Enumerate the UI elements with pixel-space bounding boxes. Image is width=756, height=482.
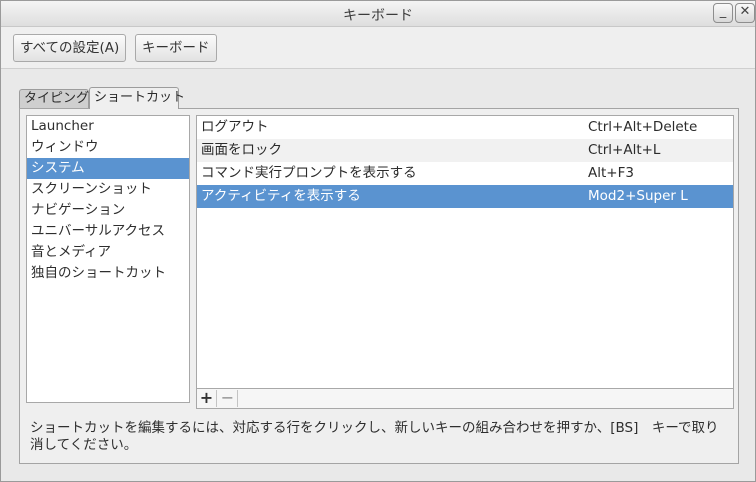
tab-shortcuts[interactable]: ショートカット	[89, 87, 185, 109]
shortcut-row-selected[interactable]: アクティビティを表示する Mod2+Super L	[197, 185, 733, 208]
window-title: キーボード	[343, 8, 413, 24]
shortcut-row[interactable]: コマンド実行プロンプトを表示する Alt+F3	[197, 162, 733, 185]
title-bar[interactable]: キーボード _ ✕	[1, 1, 755, 27]
category-item-custom-shortcuts[interactable]: 独自のショートカット	[27, 263, 189, 284]
category-item-launcher[interactable]: Launcher	[27, 116, 189, 137]
close-button[interactable]: ✕	[735, 3, 755, 23]
shortcut-keys: Ctrl+Alt+Delete	[588, 119, 698, 135]
add-shortcut-button[interactable]: +	[197, 390, 217, 407]
shortcut-keys: Ctrl+Alt+L	[588, 142, 661, 158]
help-text: ショートカットを編集するには、対応する行をクリックし、新しいキーの組み合わせを押…	[30, 420, 719, 453]
category-item-windows[interactable]: ウィンドウ	[27, 137, 189, 158]
category-item-navigation[interactable]: ナビゲーション	[27, 200, 189, 221]
shortcut-name: ログアウト	[201, 119, 269, 135]
category-item-universal-access[interactable]: ユニバーサルアクセス	[27, 221, 189, 242]
category-item-sound-media[interactable]: 音とメディア	[27, 242, 189, 263]
all-settings-button[interactable]: すべての設定(A)	[13, 34, 127, 62]
category-item-screenshots[interactable]: スクリーンショット	[27, 179, 189, 200]
shortcut-row[interactable]: 画面をロック Ctrl+Alt+L	[197, 139, 733, 162]
shortcuts-panel: Launcher ウィンドウ システム スクリーンショット ナビゲーション ユニ…	[19, 108, 739, 464]
shortcut-keys: Alt+F3	[588, 165, 634, 181]
keyboard-breadcrumb-button[interactable]: キーボード	[135, 34, 217, 62]
breadcrumb-toolbar: すべての設定(A) キーボード	[1, 27, 755, 69]
shortcut-row[interactable]: ログアウト Ctrl+Alt+Delete	[197, 116, 733, 139]
shortcut-toolbar: + −	[196, 389, 734, 409]
shortcut-name: コマンド実行プロンプトを表示する	[201, 165, 417, 181]
remove-shortcut-button[interactable]: −	[218, 390, 238, 407]
shortcut-keys: Mod2+Super L	[588, 188, 688, 204]
minimize-button[interactable]: _	[713, 3, 733, 23]
shortcut-name: アクティビティを表示する	[201, 188, 361, 204]
category-item-system[interactable]: システム	[27, 158, 189, 179]
category-list: Launcher ウィンドウ システム スクリーンショット ナビゲーション ユニ…	[26, 115, 190, 403]
keyboard-settings-window: キーボード _ ✕ すべての設定(A) キーボード タイピング ショートカット …	[0, 0, 756, 482]
shortcut-table: ログアウト Ctrl+Alt+Delete 画面をロック Ctrl+Alt+L …	[196, 115, 734, 389]
shortcut-name: 画面をロック	[201, 142, 282, 158]
tab-typing[interactable]: タイピング	[19, 89, 89, 109]
